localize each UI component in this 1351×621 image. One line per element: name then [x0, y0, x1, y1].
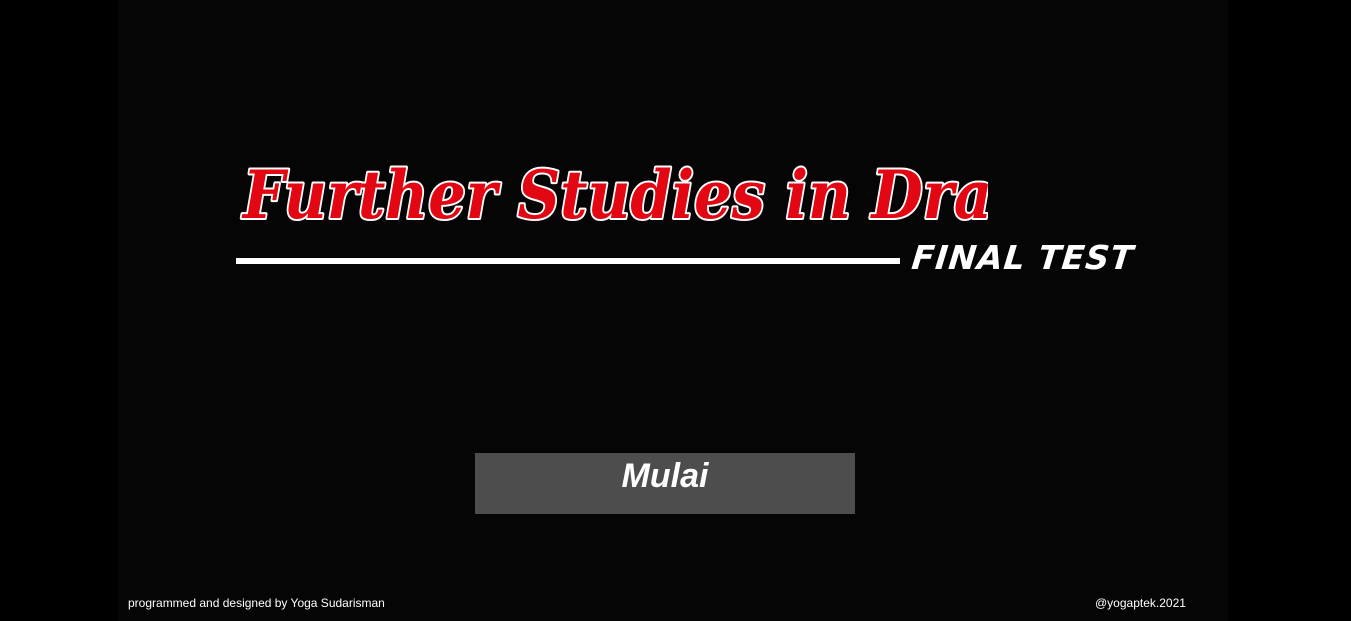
title-svg: Further Studies in Drama: [239, 154, 988, 236]
credit-text: programmed and designed by Yoga Sudarism…: [128, 596, 385, 610]
title-logo: Further Studies in Drama: [118, 140, 988, 245]
start-button[interactable]: Mulai: [475, 453, 855, 514]
stage-background: [118, 0, 1228, 621]
page-subtitle: FINAL TEST: [909, 238, 1136, 277]
app-screen: Further Studies in Drama FINAL TEST Mula…: [0, 0, 1351, 621]
page-title: Further Studies in Drama: [241, 156, 988, 234]
title-divider: [236, 258, 900, 264]
handle-text: @yogaptek.2021: [1095, 596, 1186, 610]
